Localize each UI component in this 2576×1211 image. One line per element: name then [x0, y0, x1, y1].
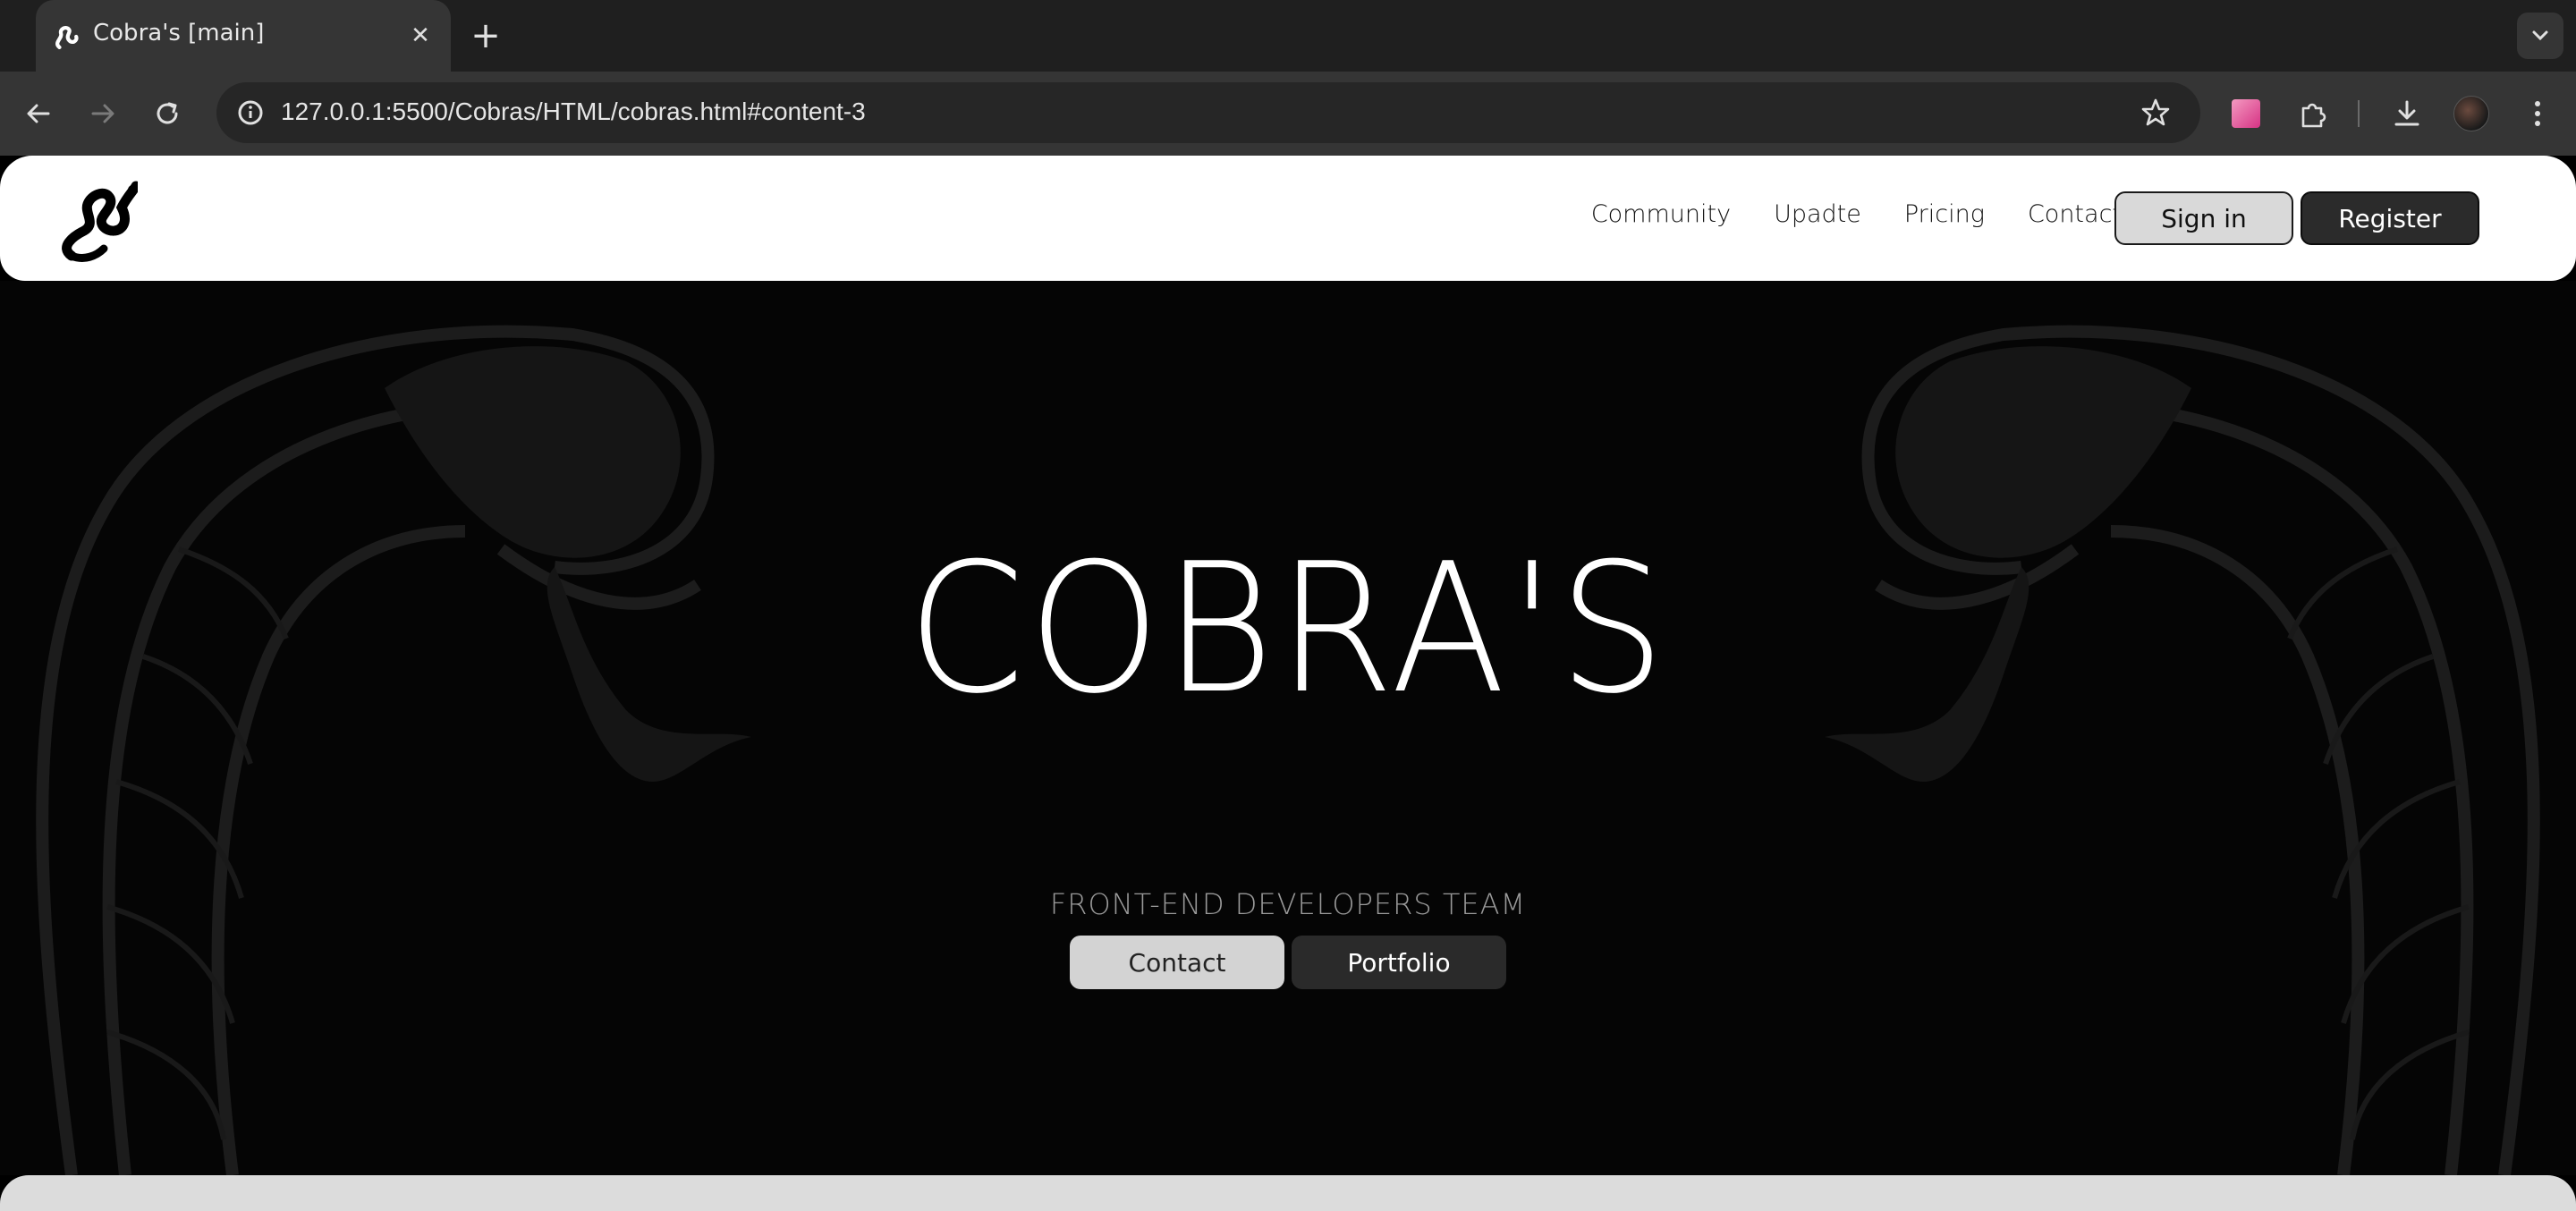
- cobra-favicon-icon: [55, 26, 79, 50]
- cobra-illustration-right: [1825, 325, 2540, 1175]
- toolbar-divider: [2358, 100, 2360, 127]
- page-viewport: COBRA'S FRONT-END DEVELOPERS TEAM Contac…: [0, 156, 2576, 1211]
- next-section-preview: [0, 1175, 2576, 1211]
- address-bar[interactable]: 127.0.0.1:5500/Cobras/HTML/cobras.html#c…: [216, 82, 2200, 143]
- register-button[interactable]: Register: [2301, 191, 2479, 245]
- hero-section: COBRA'S FRONT-END DEVELOPERS TEAM Contac…: [0, 281, 2576, 1175]
- hero-title: COBRA'S: [907, 525, 1669, 733]
- extensions-puzzle-icon[interactable]: [2292, 93, 2333, 134]
- tab-title: Cobra's [main]: [93, 20, 265, 47]
- new-tab-icon[interactable]: +: [465, 16, 506, 57]
- hero-contact-button[interactable]: Contact: [1070, 936, 1284, 989]
- profile-avatar-icon[interactable]: [2451, 93, 2492, 134]
- hero-portfolio-button[interactable]: Portfolio: [1292, 936, 1506, 989]
- tab-close-icon[interactable]: ✕: [404, 20, 436, 52]
- forward-icon[interactable]: [82, 93, 123, 134]
- site-navbar: Community Upadte Pricing Contact Sign in…: [0, 156, 2576, 281]
- more-menu-icon[interactable]: [2517, 93, 2558, 134]
- download-icon[interactable]: [2386, 93, 2428, 134]
- url-text[interactable]: 127.0.0.1:5500/Cobras/HTML/cobras.html#c…: [281, 97, 866, 126]
- back-icon[interactable]: [18, 93, 59, 134]
- hero-subtitle: FRONT-END DEVELOPERS TEAM: [1049, 887, 1527, 921]
- nav-link-contact[interactable]: Contact: [2028, 200, 2122, 228]
- nav-link-update[interactable]: Upadte: [1774, 200, 1861, 228]
- site-info-icon[interactable]: [229, 91, 272, 134]
- sign-in-button[interactable]: Sign in: [2114, 191, 2293, 245]
- browser-tab-active[interactable]: Cobra's [main] ✕: [36, 0, 451, 72]
- extension-color-icon[interactable]: [2225, 93, 2267, 134]
- browser-toolbar: 127.0.0.1:5500/Cobras/HTML/cobras.html#c…: [0, 72, 2576, 156]
- bookmark-star-icon[interactable]: [2136, 93, 2175, 132]
- cobra-logo-icon[interactable]: [57, 181, 138, 263]
- reload-icon[interactable]: [147, 93, 188, 134]
- browser-tab-bar: Cobra's [main] ✕ +: [0, 0, 2576, 72]
- tab-list-chevron-icon[interactable]: [2517, 13, 2563, 59]
- nav-links: Community Upadte Pricing Contact: [1591, 200, 2122, 228]
- cobra-illustration-left: [36, 325, 751, 1175]
- nav-link-pricing[interactable]: Pricing: [1904, 200, 1985, 228]
- nav-link-community[interactable]: Community: [1591, 200, 1731, 228]
